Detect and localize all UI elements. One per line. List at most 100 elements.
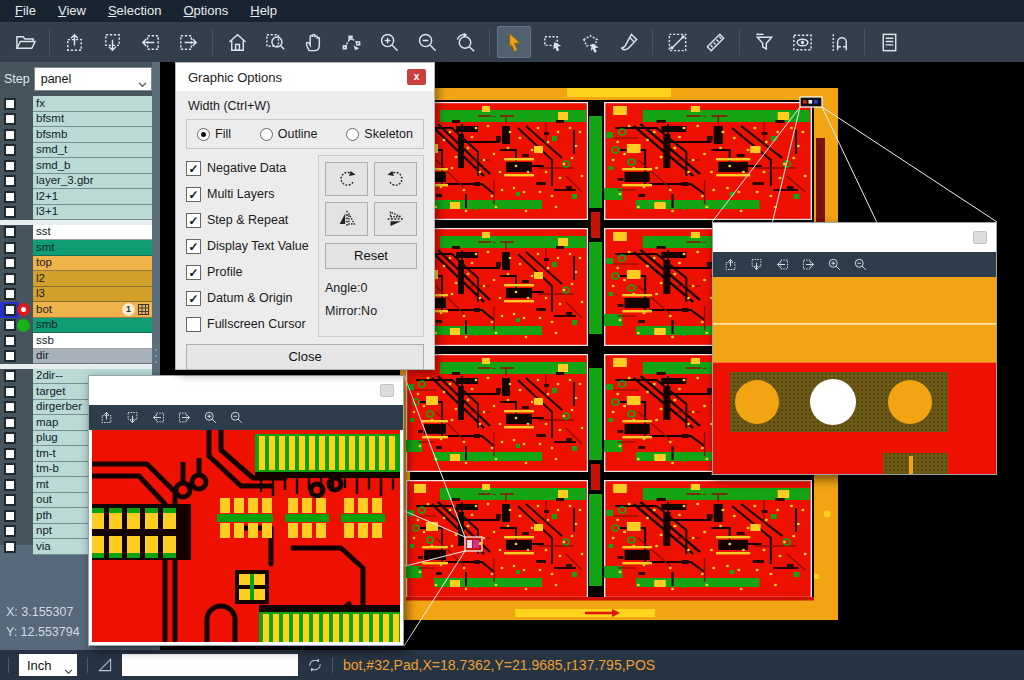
rotate-cw-button[interactable] bbox=[325, 162, 368, 196]
radio-fill[interactable]: Fill bbox=[197, 127, 231, 141]
flip-vertical-button[interactable] bbox=[374, 202, 417, 236]
checkbox-negative-data[interactable]: ✓Negative Data bbox=[186, 155, 314, 181]
pointer-icon[interactable] bbox=[497, 26, 531, 58]
zoom-window-title-bar[interactable] bbox=[713, 223, 996, 252]
layer-row-bot[interactable]: bot1 bbox=[0, 302, 152, 318]
layer-checkbox[interactable] bbox=[0, 271, 30, 287]
layer-checkbox[interactable] bbox=[0, 302, 30, 318]
pan-hand-icon[interactable] bbox=[296, 26, 330, 58]
checkbox-multi-layers[interactable]: ✓Multi Layers bbox=[186, 181, 314, 207]
zoom-window-right[interactable] bbox=[712, 222, 997, 475]
window-button[interactable] bbox=[973, 231, 987, 244]
zoom-out-icon[interactable] bbox=[225, 408, 248, 428]
dialog-close-button[interactable]: x bbox=[407, 69, 426, 85]
layer-checkbox[interactable] bbox=[0, 369, 30, 385]
layer-checkbox[interactable] bbox=[0, 384, 30, 400]
ruler-icon[interactable] bbox=[698, 26, 732, 58]
checkbox-profile[interactable]: ✓Profile bbox=[186, 259, 314, 285]
rotate-ccw-button[interactable] bbox=[374, 162, 417, 196]
box-up-icon[interactable] bbox=[719, 255, 742, 275]
snap-icon[interactable] bbox=[823, 26, 857, 58]
flip-horizontal-button[interactable] bbox=[325, 202, 368, 236]
layer-checkbox[interactable] bbox=[0, 349, 30, 365]
layer-checkbox[interactable] bbox=[0, 446, 30, 462]
menu-file[interactable]: File bbox=[4, 0, 47, 22]
layer-row-smd_b[interactable]: smd_b bbox=[0, 158, 152, 174]
layer-row-smb[interactable]: smb bbox=[0, 318, 152, 334]
menu-options[interactable]: Options bbox=[172, 0, 239, 22]
measure-icon[interactable] bbox=[660, 26, 694, 58]
layer-checkbox[interactable] bbox=[0, 462, 30, 478]
checkbox-display-text-value[interactable]: ✓Display Text Value bbox=[186, 233, 314, 259]
clean-brush-icon[interactable] bbox=[611, 26, 645, 58]
layer-row-ssb[interactable]: ssb bbox=[0, 333, 152, 349]
refresh-icon[interactable] bbox=[306, 656, 324, 674]
zoom-out-icon[interactable] bbox=[849, 255, 872, 275]
zoom-area-icon[interactable] bbox=[258, 26, 292, 58]
filter-icon[interactable] bbox=[747, 26, 781, 58]
layer-checkbox[interactable] bbox=[0, 143, 30, 159]
zoom-window-bottom-left[interactable] bbox=[88, 375, 404, 646]
box-down-icon[interactable] bbox=[95, 26, 129, 58]
layer-checkbox[interactable] bbox=[0, 431, 30, 447]
zoom-window-title-bar[interactable] bbox=[89, 376, 403, 405]
layer-checkbox[interactable] bbox=[0, 333, 30, 349]
box-left-icon[interactable] bbox=[147, 408, 170, 428]
layer-row-top[interactable]: top bbox=[0, 256, 152, 272]
layer-checkbox[interactable] bbox=[0, 158, 30, 174]
radio-outline[interactable]: Outline bbox=[260, 127, 318, 141]
zoom-in-icon[interactable] bbox=[372, 26, 406, 58]
layer-checkbox[interactable] bbox=[0, 189, 30, 205]
layer-checkbox[interactable] bbox=[0, 415, 30, 431]
layer-checkbox[interactable] bbox=[0, 400, 30, 416]
checkbox-step-repeat[interactable]: ✓Step & Repeat bbox=[186, 207, 314, 233]
zoom-out-icon[interactable] bbox=[410, 26, 444, 58]
box-right-icon[interactable] bbox=[171, 26, 205, 58]
layer-checkbox[interactable] bbox=[0, 225, 30, 241]
zoom-in-icon[interactable] bbox=[199, 408, 222, 428]
box-up-icon[interactable] bbox=[57, 26, 91, 58]
layer-row-l2[interactable]: l2 bbox=[0, 271, 152, 287]
window-button[interactable] bbox=[380, 384, 394, 397]
layer-row-l3+1[interactable]: l3+1 bbox=[0, 205, 152, 221]
dialog-title-bar[interactable]: Graphic Options x bbox=[176, 63, 434, 91]
layer-checkbox[interactable] bbox=[0, 127, 30, 143]
menu-help[interactable]: Help bbox=[239, 0, 288, 22]
layer-checkbox[interactable] bbox=[0, 539, 30, 555]
report-icon[interactable] bbox=[872, 26, 906, 58]
layer-checkbox[interactable] bbox=[0, 524, 30, 540]
menu-view[interactable]: View bbox=[47, 0, 97, 22]
folder-icon[interactable] bbox=[8, 26, 42, 58]
layer-row-l2+1[interactable]: l2+1 bbox=[0, 189, 152, 205]
layer-checkbox[interactable] bbox=[0, 205, 30, 221]
layer-checkbox[interactable] bbox=[0, 112, 30, 128]
layer-checkbox[interactable] bbox=[0, 174, 30, 190]
box-up-icon[interactable] bbox=[95, 408, 118, 428]
box-down-icon[interactable] bbox=[745, 255, 768, 275]
layer-row-layer_3.gbr[interactable]: layer_3.gbr bbox=[0, 174, 152, 190]
box-down-icon[interactable] bbox=[121, 408, 144, 428]
reset-button[interactable]: Reset bbox=[325, 243, 417, 269]
checkbox-fullscreen-cursor[interactable]: Fullscreen Cursor bbox=[186, 311, 314, 337]
move-vertex-icon[interactable] bbox=[334, 26, 368, 58]
layer-checkbox[interactable] bbox=[0, 493, 30, 509]
box-right-icon[interactable] bbox=[797, 255, 820, 275]
box-left-icon[interactable] bbox=[771, 255, 794, 275]
box-left-icon[interactable] bbox=[133, 26, 167, 58]
close-button[interactable]: Close bbox=[186, 344, 424, 370]
layer-checkbox[interactable] bbox=[0, 318, 30, 334]
angle-tool-icon[interactable] bbox=[96, 656, 114, 674]
layer-row-bfsmt[interactable]: bfsmt bbox=[0, 112, 152, 128]
layer-checkbox[interactable] bbox=[0, 240, 30, 256]
poly-select-icon[interactable] bbox=[573, 26, 607, 58]
zoom-in-icon[interactable] bbox=[823, 255, 846, 275]
layer-row-sst[interactable]: sst bbox=[0, 225, 152, 241]
radio-skeleton[interactable]: Skeleton bbox=[346, 127, 413, 141]
layer-checkbox[interactable] bbox=[0, 256, 30, 272]
rect-select-icon[interactable] bbox=[535, 26, 569, 58]
layer-checkbox[interactable] bbox=[0, 96, 30, 112]
menu-selection[interactable]: Selection bbox=[97, 0, 172, 22]
layer-row-fx[interactable]: fx bbox=[0, 96, 152, 112]
checkbox-datum-origin[interactable]: ✓Datum & Origin bbox=[186, 285, 314, 311]
layer-checkbox[interactable] bbox=[0, 508, 30, 524]
